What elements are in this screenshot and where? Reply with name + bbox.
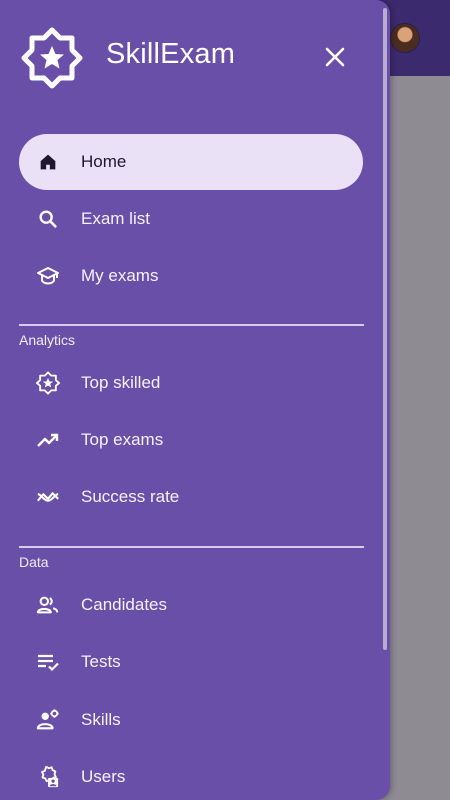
user-avatar[interactable] [391, 24, 419, 52]
nav-item-success-rate[interactable]: Success rate [19, 469, 363, 525]
nav-item-label: Exam list [81, 209, 150, 228]
navigation-drawer: SkillExam Home Exam list My exams Analyt… [0, 0, 390, 800]
section-label-analytics: Analytics [19, 332, 76, 348]
nav-item-tests[interactable]: Tests [19, 634, 363, 690]
star-badge-icon [36, 371, 60, 395]
home-icon [36, 150, 60, 174]
trending-up-icon [36, 428, 60, 452]
section-divider [19, 546, 364, 548]
person-gear-icon [36, 708, 60, 732]
nav-item-label: Top exams [81, 430, 164, 449]
section-divider [19, 324, 364, 326]
playlist-check-icon [36, 650, 60, 674]
app-logo-icon [20, 26, 84, 90]
close-drawer-button[interactable] [318, 40, 352, 74]
section-label-data: Data [19, 554, 49, 570]
app-title: SkillExam [106, 38, 236, 70]
nav-item-exam-list[interactable]: Exam list [19, 191, 363, 247]
nav-item-label: Candidates [81, 595, 168, 614]
nav-item-label: Home [81, 152, 127, 171]
nav-item-top-skilled[interactable]: Top skilled [19, 355, 363, 411]
nav-item-candidates[interactable]: Candidates [19, 577, 363, 633]
nav-item-my-exams[interactable]: My exams [19, 248, 363, 304]
drawer-header: SkillExam [0, 0, 390, 115]
admin-settings-icon [36, 765, 60, 789]
ssid-chart-icon [36, 485, 60, 509]
people-icon [36, 593, 60, 617]
nav-item-label: Tests [81, 652, 121, 671]
nav-item-label: Top skilled [81, 373, 161, 392]
nav-item-skills[interactable]: Skills [19, 692, 363, 748]
nav-item-users[interactable]: Users [19, 749, 363, 800]
nav-item-label: Skills [81, 710, 121, 729]
nav-item-top-exams[interactable]: Top exams [19, 412, 363, 468]
nav-item-label: My exams [81, 266, 159, 285]
school-icon [36, 264, 60, 288]
search-icon [36, 207, 60, 231]
nav-item-home[interactable]: Home [19, 134, 363, 190]
nav-item-label: Success rate [81, 487, 180, 506]
close-icon [325, 47, 345, 67]
nav-item-label: Users [81, 767, 126, 786]
